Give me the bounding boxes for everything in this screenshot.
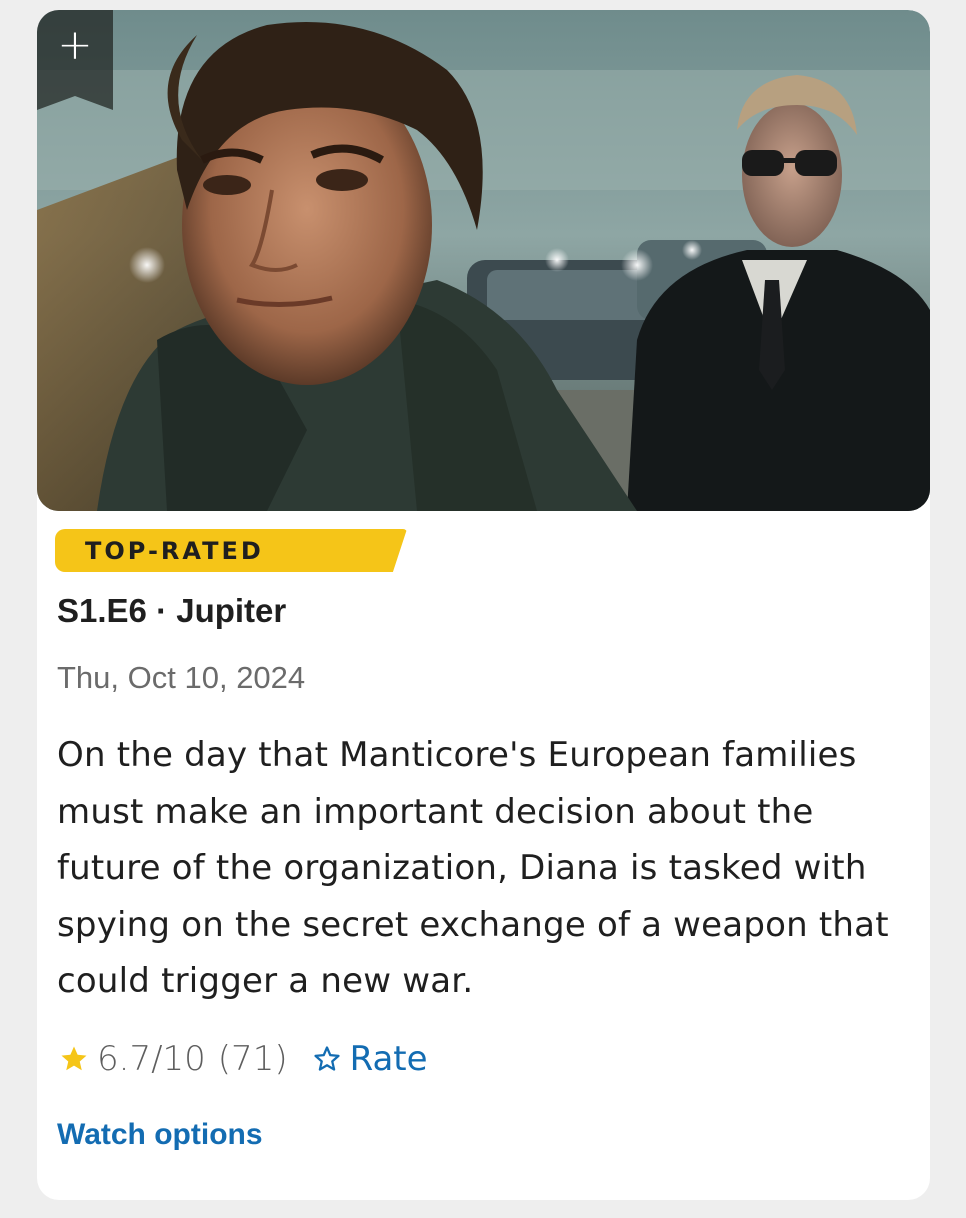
episode-plot: On the day that Manticore's European fam… [57, 735, 889, 1001]
episode-title: S1.E6 · Jupiter [57, 592, 287, 629]
rate-label: Rate [349, 1039, 428, 1079]
badge-label: TOP-RATED [85, 537, 264, 565]
plus-icon: + [57, 20, 93, 69]
top-rated-badge: TOP-RATED [55, 529, 407, 572]
rate-button[interactable]: Rate [312, 1039, 428, 1079]
air-date: Thu, Oct 10, 2024 [57, 660, 306, 695]
add-to-watchlist-button[interactable]: + [37, 10, 113, 110]
star-outline-icon [313, 1046, 340, 1071]
watch-options-link[interactable]: Watch options [57, 1118, 263, 1152]
rating-count: (71) [217, 1039, 288, 1079]
star-filled-icon [61, 1046, 87, 1071]
rating-row: 6.7/10 (71) Rate [59, 1037, 428, 1081]
episode-card: + TOP-RATED S1.E6 · Jupiter Thu, Oct 10,… [37, 10, 930, 1200]
rating-value: 6.7/10 [97, 1039, 206, 1079]
episode-still-image[interactable] [37, 10, 930, 511]
